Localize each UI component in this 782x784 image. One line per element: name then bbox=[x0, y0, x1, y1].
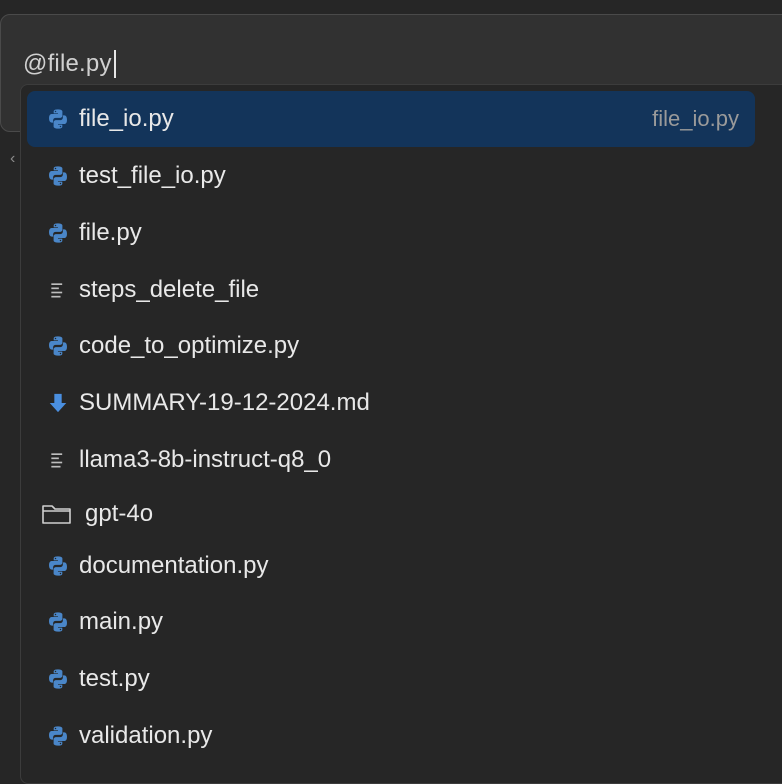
file-mention-dropdown[interactable]: file_io.py file_io.py test_file_io.py fi… bbox=[20, 84, 782, 784]
python-icon bbox=[47, 165, 69, 187]
suggestion-label: documentation.py bbox=[79, 552, 269, 579]
suggestion-item-validation-py[interactable]: validation.py bbox=[27, 708, 755, 764]
python-icon bbox=[47, 555, 69, 577]
suggestion-item-llama3-8b-instruct-q8-0[interactable]: llama3-8b-instruct-q8_0 bbox=[27, 432, 755, 488]
suggestion-label: steps_delete_file bbox=[79, 276, 260, 303]
suggestion-path-hint: file_io.py bbox=[652, 106, 739, 131]
suggestion-item-gpt-4o-folder[interactable]: gpt-4o bbox=[27, 486, 755, 542]
suggestion-item-summary-md[interactable]: SUMMARY-19-12-2024.md bbox=[27, 375, 755, 431]
text-file-icon bbox=[47, 279, 69, 301]
suggestion-item-file-io-py[interactable]: file_io.py file_io.py bbox=[27, 91, 755, 147]
chat-panel: @file.py ‹ file_io.py file_io.py test_fi… bbox=[0, 0, 782, 784]
suggestion-label: SUMMARY-19-12-2024.md bbox=[79, 389, 370, 416]
suggestion-label: file_io.py bbox=[79, 105, 174, 132]
suggestion-item-main-py[interactable]: main.py bbox=[27, 594, 755, 650]
chat-input-value: @file.py bbox=[23, 50, 112, 77]
suggestion-item-steps-delete-file[interactable]: steps_delete_file bbox=[27, 262, 755, 318]
suggestion-item-code-to-optimize-py[interactable]: code_to_optimize.py bbox=[27, 318, 755, 374]
python-icon bbox=[47, 335, 69, 357]
suggestion-label: llama3-8b-instruct-q8_0 bbox=[79, 446, 332, 473]
suggestion-label: main.py bbox=[79, 608, 164, 635]
suggestion-label: test.py bbox=[79, 665, 150, 692]
python-icon bbox=[47, 725, 69, 747]
suggestion-item-file-py[interactable]: file.py bbox=[27, 205, 755, 261]
chat-input-text[interactable]: @file.py bbox=[23, 49, 116, 79]
python-icon bbox=[47, 222, 69, 244]
suggestion-label: file.py bbox=[79, 219, 142, 246]
suggestion-item-test-py[interactable]: test.py bbox=[27, 651, 755, 707]
suggestion-item-documentation-py[interactable]: documentation.py bbox=[27, 538, 755, 594]
suggestion-label: test_file_io.py bbox=[79, 162, 226, 189]
markdown-download-icon bbox=[47, 392, 69, 414]
python-icon bbox=[47, 668, 69, 690]
text-file-icon bbox=[47, 449, 69, 471]
python-icon bbox=[47, 108, 69, 130]
suggestion-label: validation.py bbox=[79, 722, 213, 749]
suggestion-label: code_to_optimize.py bbox=[79, 332, 300, 359]
folder-icon bbox=[41, 503, 73, 525]
suggestion-item-test-file-io-py[interactable]: test_file_io.py bbox=[27, 148, 755, 204]
suggestion-label: gpt-4o bbox=[85, 500, 154, 527]
chevron-left-icon: ‹ bbox=[10, 150, 16, 167]
python-icon bbox=[47, 611, 69, 633]
text-caret bbox=[113, 50, 116, 78]
